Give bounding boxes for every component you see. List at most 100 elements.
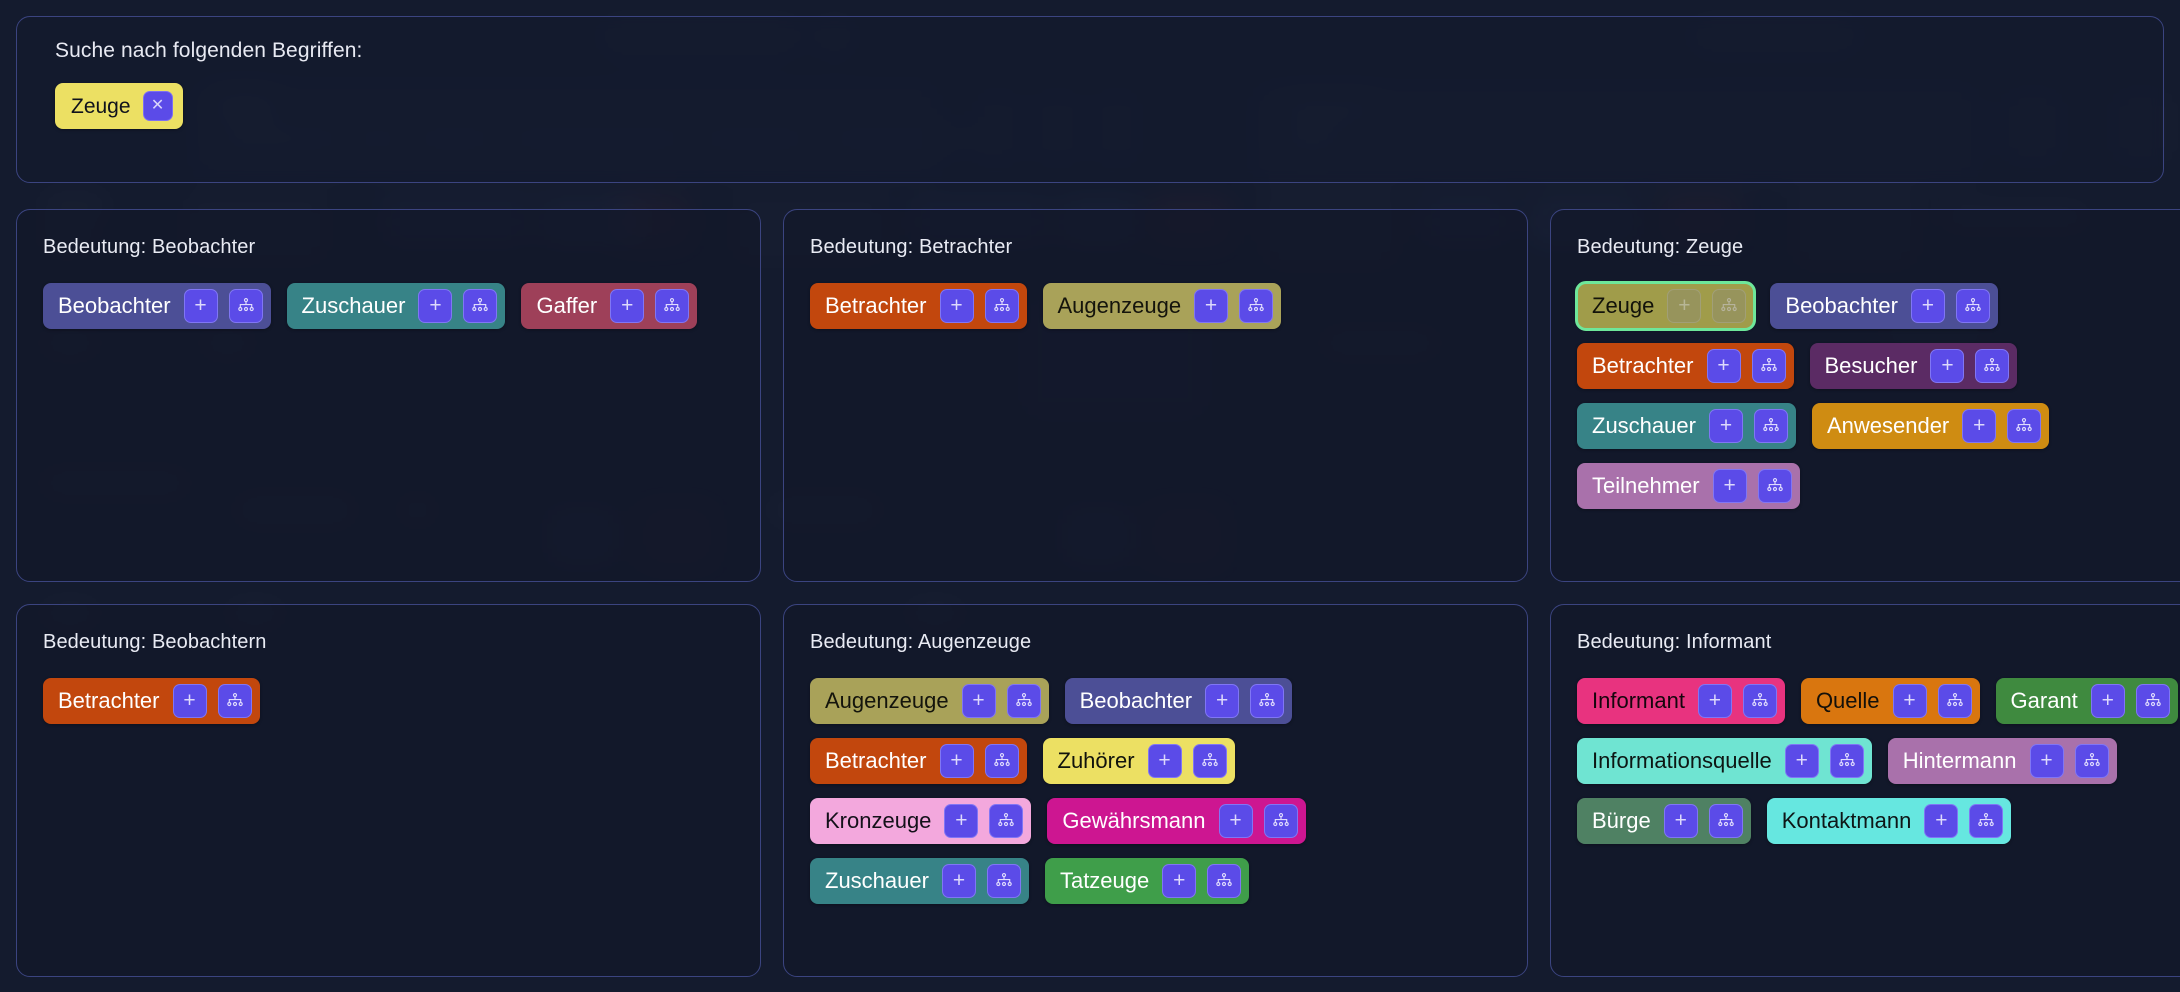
show-hierarchy-button[interactable] <box>1937 684 1972 718</box>
add-synonym-button[interactable]: + <box>1784 744 1819 778</box>
show-hierarchy-button[interactable] <box>1192 744 1227 778</box>
add-synonym-button[interactable]: + <box>610 289 645 323</box>
search-term-label: Zeuge <box>71 94 131 118</box>
show-hierarchy-button[interactable] <box>1239 289 1274 323</box>
add-synonym-button[interactable]: + <box>2090 684 2125 718</box>
synonym-tag[interactable]: Betrachter + <box>43 678 260 724</box>
show-hierarchy-button[interactable] <box>1955 289 1990 323</box>
show-hierarchy-button[interactable] <box>989 804 1024 838</box>
add-synonym-button[interactable]: + <box>939 289 974 323</box>
synonym-tag[interactable]: Beobachter + <box>1770 283 1998 329</box>
add-synonym-button[interactable]: + <box>1194 289 1229 323</box>
show-hierarchy-button[interactable] <box>1006 684 1041 718</box>
synonym-tag[interactable]: Beobachter + <box>43 283 271 329</box>
synonym-tag[interactable]: Hintermann + <box>1887 738 2117 784</box>
add-synonym-button[interactable]: + <box>1162 864 1197 898</box>
hierarchy-icon <box>1977 812 1995 830</box>
synonym-tag[interactable]: Kontaktmann + <box>1766 798 2012 844</box>
add-synonym-button[interactable]: + <box>183 289 218 323</box>
add-synonym-button[interactable]: + <box>1892 684 1927 718</box>
add-synonym-button[interactable]: + <box>418 289 453 323</box>
synonym-tag[interactable]: Betrachter + <box>810 283 1027 329</box>
plus-icon: + <box>972 688 985 712</box>
add-synonym-button[interactable]: + <box>1663 804 1698 838</box>
add-synonym-button[interactable]: + <box>941 864 976 898</box>
synonym-tag-label: Gewährsmann <box>1062 808 1206 833</box>
add-synonym-button[interactable]: + <box>1218 804 1253 838</box>
show-hierarchy-button[interactable] <box>2007 409 2042 443</box>
close-icon[interactable]: ✕ <box>142 91 173 121</box>
show-hierarchy-button[interactable] <box>1250 684 1285 718</box>
synonym-tag[interactable]: Teilnehmer + <box>1577 463 1800 509</box>
show-hierarchy-button[interactable] <box>1753 409 1788 443</box>
synonym-tag[interactable]: Zeuge + <box>1574 281 1757 331</box>
add-synonym-button[interactable]: + <box>944 804 979 838</box>
show-hierarchy-button[interactable] <box>1742 684 1777 718</box>
synonym-tag[interactable]: Betrachter + <box>810 738 1027 784</box>
show-hierarchy-button[interactable] <box>1757 469 1792 503</box>
show-hierarchy-button[interactable] <box>1969 804 2004 838</box>
hierarchy-icon <box>1838 752 1856 770</box>
synonym-tag[interactable]: Zuschauer + <box>1577 403 1796 449</box>
synonym-tag[interactable]: Kronzeuge + <box>810 798 1032 844</box>
add-synonym-button[interactable]: + <box>1147 744 1182 778</box>
synonym-tag[interactable]: Anwesender + <box>1811 403 2050 449</box>
synonym-tag[interactable]: Informant + <box>1577 678 1785 724</box>
show-hierarchy-button[interactable] <box>228 289 263 323</box>
synonym-tag[interactable]: Informationsquelle + <box>1577 738 1872 784</box>
synonym-tag[interactable]: Zuhörer + <box>1042 738 1235 784</box>
add-synonym-button[interactable]: + <box>1712 469 1747 503</box>
show-hierarchy-button[interactable] <box>984 744 1019 778</box>
show-hierarchy-button[interactable] <box>1708 804 1743 838</box>
synonym-tag[interactable]: Tatzeuge + <box>1044 858 1250 904</box>
show-hierarchy-button[interactable] <box>986 864 1021 898</box>
add-synonym-button[interactable]: + <box>1962 409 1997 443</box>
show-hierarchy-button[interactable] <box>1751 349 1786 383</box>
synonym-tag[interactable]: Bürge + <box>1577 798 1751 844</box>
add-synonym-button[interactable]: + <box>1205 684 1240 718</box>
search-term-chip[interactable]: Zeuge ✕ <box>55 83 183 129</box>
show-hierarchy-button[interactable] <box>463 289 498 323</box>
show-hierarchy-button[interactable] <box>2074 744 2109 778</box>
hierarchy-icon <box>237 297 255 315</box>
plus-icon: + <box>1173 868 1186 892</box>
synonym-tag[interactable]: Augenzeuge + <box>1042 283 1282 329</box>
add-synonym-button[interactable]: + <box>1667 289 1702 323</box>
synonym-tag[interactable]: Betrachter + <box>1577 343 1794 389</box>
add-synonym-button[interactable]: + <box>1924 804 1959 838</box>
hierarchy-icon <box>1272 812 1290 830</box>
add-synonym-button[interactable]: + <box>172 684 207 718</box>
synonym-tag-row: Teilnehmer + <box>1577 463 2180 509</box>
synonym-tag[interactable]: Zuschauer + <box>286 283 506 329</box>
show-hierarchy-button[interactable] <box>1263 804 1298 838</box>
show-hierarchy-button[interactable] <box>2135 684 2170 718</box>
synonym-tag[interactable]: Beobachter + <box>1064 678 1293 724</box>
show-hierarchy-button[interactable] <box>984 289 1019 323</box>
add-synonym-button[interactable]: + <box>1706 349 1741 383</box>
add-synonym-button[interactable]: + <box>961 684 996 718</box>
synonym-tag[interactable]: Augenzeuge + <box>810 678 1049 724</box>
show-hierarchy-button[interactable] <box>217 684 252 718</box>
show-hierarchy-button[interactable] <box>1712 289 1747 323</box>
synonym-tag[interactable]: Garant + <box>1995 678 2178 724</box>
show-hierarchy-button[interactable] <box>1975 349 2010 383</box>
hierarchy-icon <box>1983 357 2001 375</box>
synonym-tag[interactable]: Quelle + <box>1800 678 1980 724</box>
add-synonym-button[interactable]: + <box>1697 684 1732 718</box>
add-synonym-button[interactable]: + <box>939 744 974 778</box>
synonym-tag[interactable]: Gaffer + <box>521 283 698 329</box>
show-hierarchy-button[interactable] <box>655 289 690 323</box>
add-synonym-button[interactable]: + <box>1930 349 1965 383</box>
synonym-tag[interactable]: Besucher + <box>1809 343 2018 389</box>
add-synonym-button[interactable]: + <box>1708 409 1743 443</box>
synonym-tag-row: Bürge + Kontaktmann + <box>1577 798 2180 844</box>
synonym-tag[interactable]: Gewährsmann + <box>1047 798 1306 844</box>
add-synonym-button[interactable]: + <box>1910 289 1945 323</box>
add-synonym-button[interactable]: + <box>2029 744 2064 778</box>
show-hierarchy-button[interactable] <box>1829 744 1864 778</box>
plus-icon: + <box>1935 808 1948 832</box>
synonym-tag[interactable]: Zuschauer + <box>810 858 1029 904</box>
plus-icon: + <box>1717 353 1730 377</box>
show-hierarchy-button[interactable] <box>1207 864 1242 898</box>
synonym-tag-label: Augenzeuge <box>825 688 949 713</box>
